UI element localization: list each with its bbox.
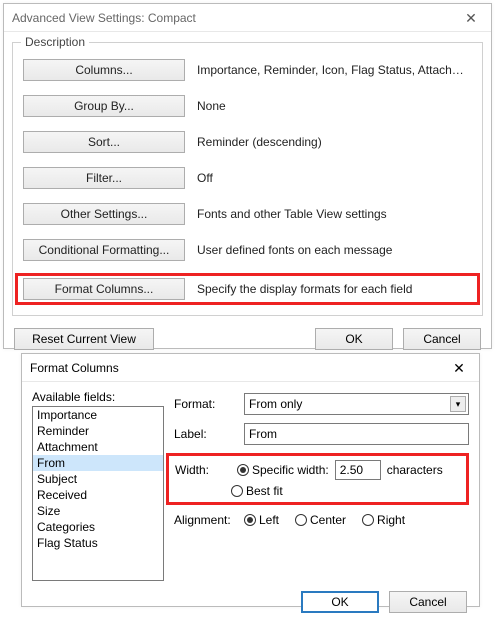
othersettings-button[interactable]: Other Settings... [23,203,185,225]
sort-button[interactable]: Sort... [23,131,185,153]
row-columns: Columns... Importance, Reminder, Icon, F… [23,59,472,81]
list-item[interactable]: Flag Status [33,535,163,551]
list-item[interactable]: Categories [33,519,163,535]
dialog-bottom: OK Cancel [22,585,479,625]
list-item[interactable]: From [33,455,163,471]
specific-width-label: Specific width: [252,463,329,477]
groupby-desc: None [197,99,472,113]
cancel-button[interactable]: Cancel [389,591,467,613]
row-formatcolumns: Format Columns... Specify the display fo… [17,275,478,303]
ok-button[interactable]: OK [301,591,379,613]
format-select[interactable]: From only ▾ [244,393,469,415]
titlebar: Advanced View Settings: Compact ✕ [4,4,491,32]
align-right-label: Right [377,513,405,527]
radio-icon [244,514,256,526]
list-item[interactable]: Size [33,503,163,519]
dialog-title: Advanced View Settings: Compact [12,11,451,25]
reset-view-button[interactable]: Reset Current View [14,328,154,350]
list-item[interactable]: Attachment [33,439,163,455]
condformat-desc: User defined fonts on each message [197,243,472,257]
radio-icon [295,514,307,526]
width-section: Width: Specific width: characters Best f… [166,453,469,505]
list-item[interactable]: Subject [33,471,163,487]
columns-button[interactable]: Columns... [23,59,185,81]
formatcolumns-button[interactable]: Format Columns... [23,278,185,300]
close-icon[interactable]: ✕ [439,354,479,382]
advanced-view-settings-dialog: Advanced View Settings: Compact ✕ Descri… [3,3,492,349]
description-group: Description Columns... Importance, Remin… [12,42,483,316]
titlebar: Format Columns ✕ [22,354,479,382]
available-fields-listbox[interactable]: Importance Reminder Attachment From Subj… [32,406,164,581]
row-othersettings: Other Settings... Fonts and other Table … [23,203,472,225]
width-label: Width: [175,463,231,477]
format-form: Format: From only ▾ Label: Width: Specif… [174,390,469,581]
bestfit-radio[interactable]: Best fit [231,484,283,498]
dialog-title: Format Columns [30,361,439,375]
label-label: Label: [174,427,238,441]
list-item[interactable]: Reminder [33,423,163,439]
width-input[interactable] [335,460,381,480]
row-sort: Sort... Reminder (descending) [23,131,472,153]
bestfit-row: Best fit [231,484,460,498]
label-row: Label: [174,423,469,445]
specific-width-radio[interactable]: Specific width: [237,463,329,477]
format-columns-dialog: Format Columns ✕ Available fields: Impor… [21,353,480,607]
radio-icon [237,464,249,476]
row-groupby: Group By... None [23,95,472,117]
alignment-row: Alignment: Left Center Right [174,513,469,527]
align-left-radio[interactable]: Left [244,513,279,527]
sort-desc: Reminder (descending) [197,135,472,149]
format-row: Format: From only ▾ [174,393,469,415]
filter-desc: Off [197,171,472,185]
list-item[interactable]: Received [33,487,163,503]
align-left-label: Left [259,513,279,527]
radio-icon [231,485,243,497]
available-fields-panel: Available fields: Importance Reminder At… [32,390,164,581]
alignment-label: Alignment: [174,513,238,527]
available-fields-label: Available fields: [32,390,164,404]
othersettings-desc: Fonts and other Table View settings [197,207,472,221]
format-value: From only [249,397,302,411]
align-center-radio[interactable]: Center [295,513,346,527]
bestfit-label: Best fit [246,484,283,498]
radio-icon [362,514,374,526]
format-label: Format: [174,397,238,411]
chevron-down-icon: ▾ [450,396,466,412]
label-input[interactable] [244,423,469,445]
condformat-button[interactable]: Conditional Formatting... [23,239,185,261]
width-row: Width: Specific width: characters [175,460,460,480]
formatcolumns-desc: Specify the display formats for each fie… [197,282,472,296]
characters-label: characters [387,463,443,477]
ok-button[interactable]: OK [315,328,393,350]
filter-button[interactable]: Filter... [23,167,185,189]
align-center-label: Center [310,513,346,527]
row-filter: Filter... Off [23,167,472,189]
close-icon[interactable]: ✕ [451,4,491,32]
align-right-radio[interactable]: Right [362,513,405,527]
groupby-button[interactable]: Group By... [23,95,185,117]
dialog-body: Available fields: Importance Reminder At… [22,382,479,585]
list-item[interactable]: Importance [33,407,163,423]
group-legend: Description [21,35,89,49]
row-condfmt: Conditional Formatting... User defined f… [23,239,472,261]
cancel-button[interactable]: Cancel [403,328,481,350]
columns-desc: Importance, Reminder, Icon, Flag Status,… [197,63,472,77]
